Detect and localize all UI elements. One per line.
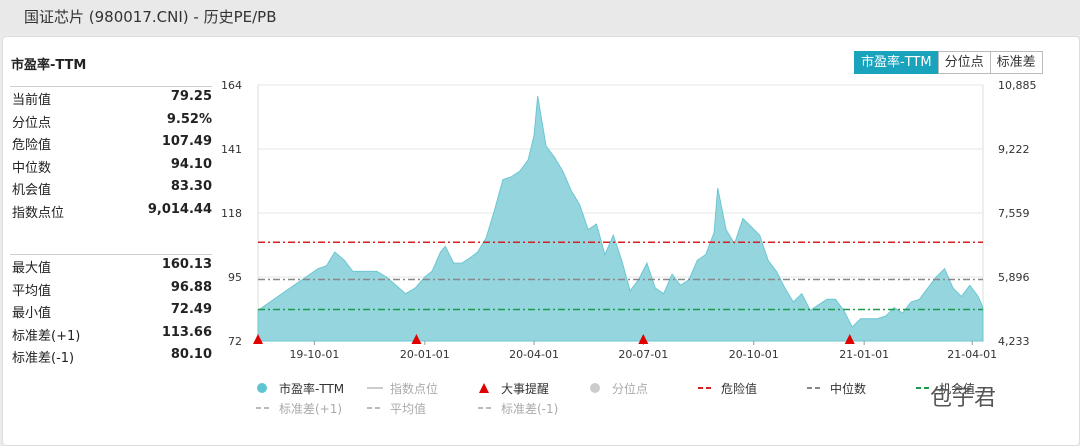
- watermark: 包子君: [930, 386, 997, 411]
- legend-swatch: [807, 387, 823, 389]
- x-tick-label: 20-01-01: [400, 348, 450, 361]
- y2-tick-label: 7,559: [998, 207, 1030, 220]
- legend-label: 标准差(-1): [501, 402, 559, 416]
- x-tick-label: 20-07-01: [618, 348, 668, 361]
- legend-item[interactable]: 危险值: [697, 380, 757, 397]
- legend-item[interactable]: 标准差(+1): [255, 400, 342, 417]
- legend-swatch: [479, 383, 489, 393]
- legend-swatch: [698, 387, 714, 389]
- x-tick-label: 21-04-01: [947, 348, 997, 361]
- x-tick-label: 20-04-01: [509, 348, 559, 361]
- legend-label: 标准差(+1): [279, 402, 343, 416]
- pe-area-series: [257, 96, 984, 342]
- pe-chart: 72 95 118 141 164 4,233 5,896 7,559 9,222 10,885 1…: [221, 79, 1037, 361]
- legend-item[interactable]: 指数点位: [366, 380, 438, 397]
- legend-swatch: [367, 407, 383, 409]
- legend-label: 大事提醒: [501, 382, 550, 396]
- legend-label: 危险值: [721, 382, 758, 396]
- y-tick-label: 72: [228, 335, 242, 348]
- y2-tick-label: 4,233: [998, 335, 1030, 348]
- legend-label: 分位点: [612, 382, 649, 396]
- x-tick-label: 19-10-01: [289, 348, 339, 361]
- x-tick-label: 21-01-01: [839, 348, 889, 361]
- legend-item[interactable]: 平均值: [366, 400, 426, 417]
- y-tick-label: 141: [221, 143, 242, 156]
- legend-item[interactable]: 标准差(-1): [477, 400, 558, 417]
- legend-swatch: [256, 407, 272, 409]
- legend-item[interactable]: 市盈率-TTM: [255, 380, 344, 397]
- y-tick-label: 95: [228, 271, 242, 284]
- legend-item[interactable]: 分位点: [588, 380, 648, 397]
- legend-label: 平均值: [390, 402, 427, 416]
- legend-label: 市盈率-TTM: [279, 382, 345, 396]
- y2-tick-label: 5,896: [998, 271, 1030, 284]
- legend-label: 中位数: [830, 382, 867, 396]
- legend-swatch: [367, 387, 383, 389]
- legend-item[interactable]: 大事提醒: [477, 380, 549, 397]
- legend-item[interactable]: 中位数: [806, 380, 866, 397]
- x-tick-label: 20-10-01: [729, 348, 779, 361]
- legend-swatch: [478, 407, 494, 409]
- legend-label: 指数点位: [390, 382, 439, 396]
- y2-tick-label: 9,222: [998, 143, 1030, 156]
- legend-swatch: [590, 383, 600, 393]
- y-tick-label: 118: [221, 207, 242, 220]
- y2-tick-label: 10,885: [998, 79, 1037, 92]
- legend-swatch: [257, 383, 267, 393]
- y-tick-label: 164: [221, 79, 242, 92]
